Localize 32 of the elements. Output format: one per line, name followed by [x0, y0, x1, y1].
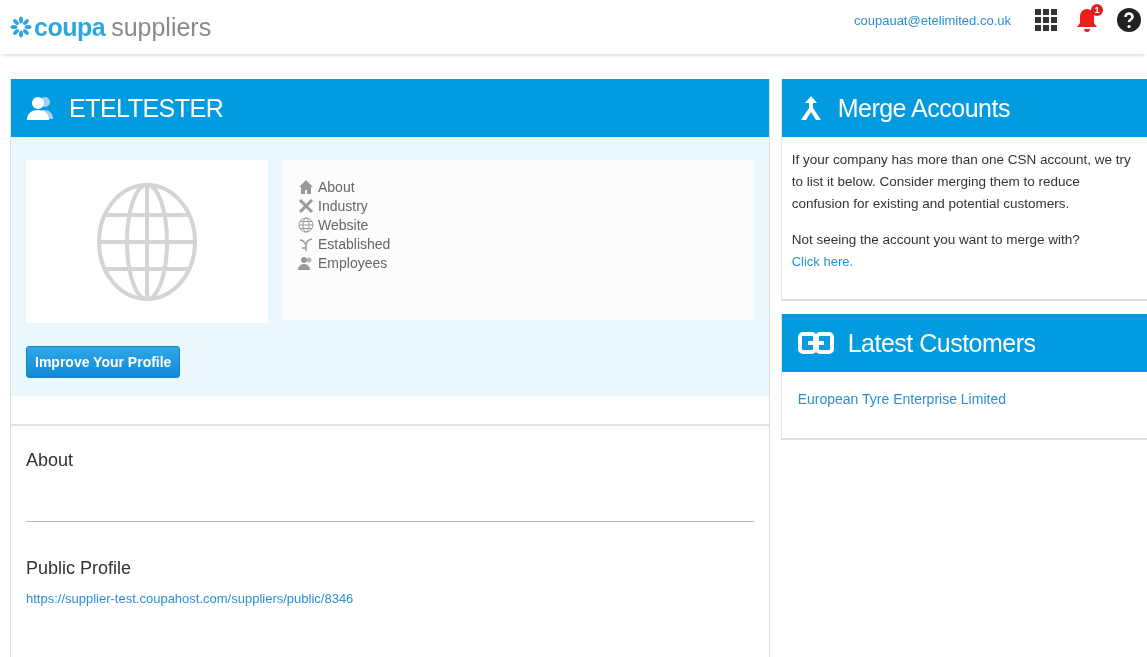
logo-icon [10, 16, 32, 38]
people-icon [298, 255, 314, 271]
customer-link[interactable]: European Tyre Enterprise Limited [797, 391, 1006, 407]
fact-label: Employees [318, 255, 388, 271]
notification-count: 1 [1091, 4, 1103, 16]
logo-product: suppliers [111, 12, 212, 42]
link-icon [797, 332, 834, 354]
home-icon [298, 179, 314, 195]
bell-icon[interactable] [1075, 7, 1099, 33]
card-title: Latest Customers [847, 328, 1036, 358]
fact-label: Industry [318, 198, 368, 214]
card-title: Merge Accounts [837, 93, 1010, 123]
merge-prompt: Not seeing the account you want to merge with? Click here. [791, 231, 1081, 271]
user-email-link[interactable]: coupauat@etelimited.co.uk [854, 12, 1011, 28]
public-profile-link[interactable]: https://supplier-test.coupahost.com/suppliers/public/8346 [26, 591, 354, 606]
apps-grid-icon[interactable] [1035, 9, 1057, 31]
globe-icon [298, 217, 314, 233]
help-icon[interactable] [1117, 8, 1141, 32]
profile-name: ETELTESTER [69, 93, 224, 123]
logo-brand: coupa [34, 12, 106, 42]
section-title: About [26, 450, 75, 471]
click-here-link[interactable]: Click here. [791, 254, 854, 269]
section-title: Public Profile [26, 558, 133, 579]
people-icon [27, 95, 55, 121]
improve-profile-button[interactable]: Improve Your Profile [26, 346, 181, 378]
fact-label: Established [318, 236, 391, 252]
fact-label: Website [318, 217, 369, 233]
globe-icon [97, 182, 197, 301]
merge-description: If your company has more than one CSN account, we try to list it below. Consider merging them to reduce confusion for existing and potential customers. [791, 151, 1132, 213]
tools-icon [298, 198, 314, 214]
fact-label: About [318, 179, 355, 195]
branch-icon [298, 236, 314, 252]
